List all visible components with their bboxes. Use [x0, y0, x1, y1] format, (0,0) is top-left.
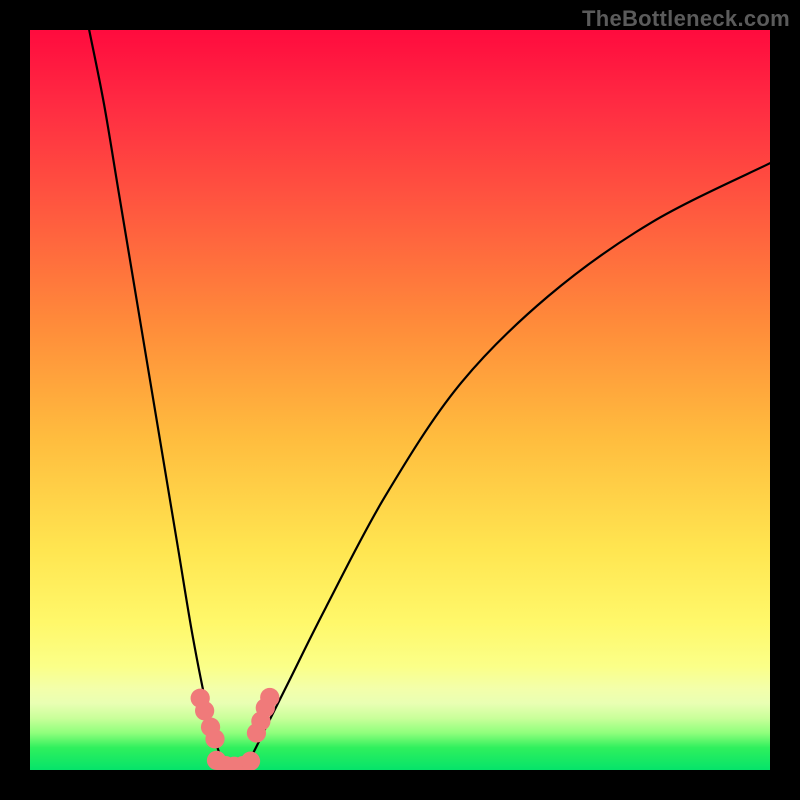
marker-right-cluster-top-2: [260, 688, 279, 707]
curve-left-branch: [89, 30, 226, 766]
chart-frame: TheBottleneck.com: [0, 0, 800, 800]
marker-left-cluster-mid-2: [205, 729, 224, 748]
marker-group: [191, 688, 280, 770]
curve-right-branch: [245, 163, 770, 766]
watermark-text: TheBottleneck.com: [582, 6, 790, 32]
marker-valley-right-2: [241, 752, 260, 771]
plot-area: [30, 30, 770, 770]
chart-svg: [30, 30, 770, 770]
